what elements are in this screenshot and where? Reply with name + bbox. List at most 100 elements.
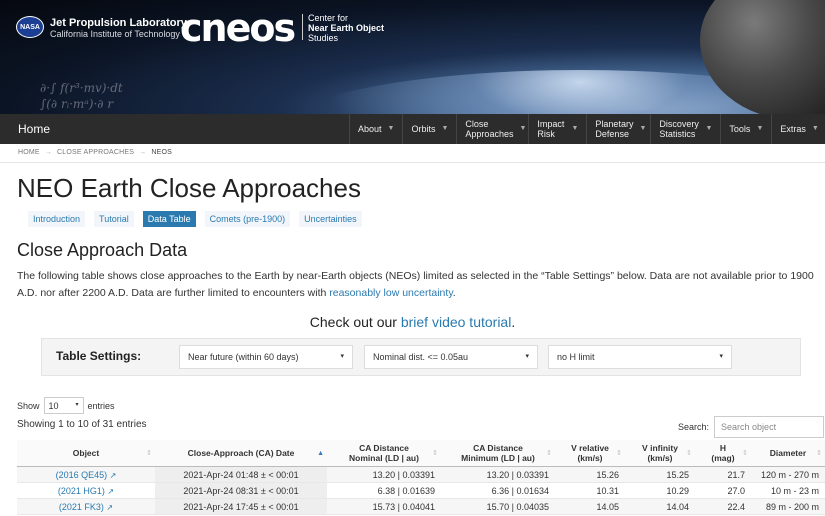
- caret-down-icon: ▼: [387, 125, 395, 132]
- object-name: (2021 FK3): [58, 501, 104, 512]
- distance-select[interactable]: Nominal dist. <= 0.05au ▾: [364, 345, 538, 369]
- tab-data-table[interactable]: Data Table: [142, 211, 196, 227]
- cneos-line-2: Near Earth Object: [308, 23, 385, 33]
- v-infinity: 14.04: [625, 498, 695, 515]
- table-settings-panel: Table Settings: Near future (within 60 d…: [41, 338, 801, 376]
- table-row: (2016 QE45) ↗ 2021-Apr-24 01:48 ± < 00:0…: [17, 466, 825, 483]
- nominal-distance: 13.20 | 0.03391: [327, 466, 441, 483]
- object-link[interactable]: (2016 QE45) ↗: [17, 466, 155, 483]
- col-nominal-distance[interactable]: CA Distance Nominal (LD | au) ⇕: [327, 440, 441, 467]
- sort-icon: ⇕: [146, 450, 152, 457]
- col-minimum-distance[interactable]: CA Distance Minimum (LD | au) ⇕: [441, 440, 555, 467]
- breadcrumb-home[interactable]: HOME: [18, 149, 40, 156]
- page-length-control: Show 10 ▾ entries: [17, 397, 115, 414]
- close-approach-table: Object ⇕ Close-Approach (CA) Date ▲ CA Dis…: [17, 440, 825, 515]
- caret-down-icon: ▼: [441, 125, 449, 132]
- nav-item-planetary-defense[interactable]: Planetary Defense ▼: [586, 114, 650, 144]
- col-h-mag[interactable]: H (mag) ⇕: [695, 440, 751, 467]
- video-tutorial-link[interactable]: brief video tutorial: [401, 314, 512, 330]
- sort-icon: ⇕: [742, 450, 748, 457]
- ca-date: 2021-Apr-24 01:48 ± < 00:01: [155, 466, 327, 483]
- nav-label: About: [358, 124, 382, 134]
- breadcrumb-neos: NEOS: [151, 149, 172, 156]
- cneos-logo[interactable]: cneos: [180, 8, 296, 48]
- select-arrow-icon: ▾: [75, 402, 79, 408]
- table-header-row: Object ⇕ Close-Approach (CA) Date ▲ CA Dis…: [17, 440, 825, 467]
- nav-label: Planetary Defense: [595, 119, 634, 139]
- nav-item-orbits[interactable]: Orbits ▼: [402, 114, 456, 144]
- distance-value: Nominal dist. <= 0.05au: [373, 352, 469, 362]
- show-label: Show: [17, 400, 40, 411]
- main-navbar: Home About ▼ Orbits ▼ Close Approaches ▼ Im…: [0, 114, 825, 144]
- nav-item-extras[interactable]: Extras ▼: [771, 114, 825, 144]
- search-input[interactable]: Search object: [714, 416, 825, 438]
- nav-item-discovery-statistics[interactable]: Discovery Statistics ▼: [650, 114, 720, 144]
- nasa-logo[interactable]: NASA: [16, 16, 44, 38]
- formula-watermark: ∂·∫ f(r³·mv)·dt ∫(∂ rᵢ·mᵃ)·∂ r: [40, 81, 123, 111]
- object-link[interactable]: (2021 HG1) ↗: [17, 482, 155, 499]
- ca-date: 2021-Apr-24 17:45 ± < 00:01: [155, 498, 327, 515]
- v-infinity: 15.25: [625, 466, 695, 483]
- external-link-icon: ↗: [107, 486, 115, 496]
- sort-icon: ⇕: [546, 450, 552, 457]
- date-range-value: Near future (within 60 days): [188, 352, 299, 362]
- breadcrumb: HOME → CLOSE APPROACHES → NEOS: [18, 149, 172, 156]
- h-limit-select[interactable]: no H limit ▾: [548, 345, 732, 369]
- header-label: Diameter: [769, 448, 807, 458]
- minimum-distance: 15.70 | 0.04035: [441, 498, 555, 515]
- breadcrumb-close-approaches[interactable]: CLOSE APPROACHES: [57, 149, 134, 156]
- caret-down-icon: ▼: [705, 125, 713, 132]
- header-label: CA Distance: [473, 443, 523, 453]
- external-link-icon: ↗: [106, 502, 114, 512]
- h-mag: 21.7: [695, 466, 751, 483]
- jpl-title[interactable]: Jet Propulsion Laboratory: [50, 17, 187, 29]
- cneos-subtitle: Center for Near Earth Object Studies: [308, 13, 384, 43]
- logo-divider: [302, 14, 303, 40]
- tab-tutorial[interactable]: Tutorial: [94, 211, 134, 227]
- nav-item-tools[interactable]: Tools ▼: [720, 114, 771, 144]
- v-relative: 15.26: [555, 466, 625, 483]
- caret-down-icon: ▼: [811, 125, 819, 132]
- header-sublabel: (mag): [711, 453, 735, 463]
- nav-label: Discovery Statistics: [659, 119, 699, 139]
- ca-date: 2021-Apr-24 08:31 ± < 00:01: [155, 482, 327, 499]
- nav-item-impact-risk[interactable]: Impact Risk ▼: [528, 114, 586, 144]
- nav-home[interactable]: Home: [18, 122, 50, 136]
- date-range-select[interactable]: Near future (within 60 days) ▾: [179, 345, 353, 369]
- caret-down-icon: ▼: [756, 125, 764, 132]
- header-label: H: [719, 443, 727, 453]
- table-search: Search: Search object: [678, 416, 825, 438]
- entries-select[interactable]: 10 ▾: [43, 397, 84, 414]
- low-uncertainty-link[interactable]: reasonably low uncertainty: [329, 287, 453, 299]
- tab-comets[interactable]: Comets (pre-1900): [204, 211, 291, 227]
- minimum-distance: 13.20 | 0.03391: [441, 466, 555, 483]
- col-v-relative[interactable]: V relative (km/s) ⇕: [555, 440, 625, 467]
- intro-paragraph: The following table shows close approach…: [17, 268, 822, 302]
- nav-label: Close Approaches: [465, 119, 514, 139]
- col-v-infinity[interactable]: V infinity (km/s) ⇕: [625, 440, 695, 467]
- nav-label: Tools: [729, 124, 751, 134]
- nav-item-about[interactable]: About ▼: [349, 114, 402, 144]
- select-arrow-icon: ▾: [719, 353, 723, 360]
- video-prefix: Check out our: [309, 314, 401, 330]
- page-title: NEO Earth Close Approaches: [17, 173, 361, 203]
- nav-item-close-approaches[interactable]: Close Approaches ▼: [456, 114, 528, 144]
- video-suffix: .: [511, 314, 516, 330]
- h-mag: 22.4: [695, 498, 751, 515]
- nav-label: Orbits: [411, 124, 436, 134]
- select-arrow-icon: ▾: [525, 353, 529, 360]
- table-info: Showing 1 to 10 of 31 entries: [17, 419, 147, 430]
- tab-introduction[interactable]: Introduction: [28, 211, 86, 227]
- header-label: Close-Approach (CA) Date: [187, 448, 295, 458]
- section-tabs: Introduction Tutorial Data Table Comets …: [28, 211, 362, 227]
- nominal-distance: 15.73 | 0.04041: [327, 498, 441, 515]
- video-callout: Check out our brief video tutorial.: [0, 314, 825, 330]
- header-label: V relative: [571, 443, 609, 453]
- col-object[interactable]: Object ⇕: [17, 440, 155, 467]
- header-label: Object: [72, 448, 100, 458]
- col-ca-date[interactable]: Close-Approach (CA) Date ▲: [155, 440, 327, 467]
- object-link[interactable]: (2021 FK3) ↗: [17, 498, 155, 515]
- tab-uncertainties[interactable]: Uncertainties: [299, 211, 362, 227]
- col-diameter[interactable]: Diameter ⇕: [751, 440, 825, 467]
- header-sublabel: (km/s): [577, 453, 603, 463]
